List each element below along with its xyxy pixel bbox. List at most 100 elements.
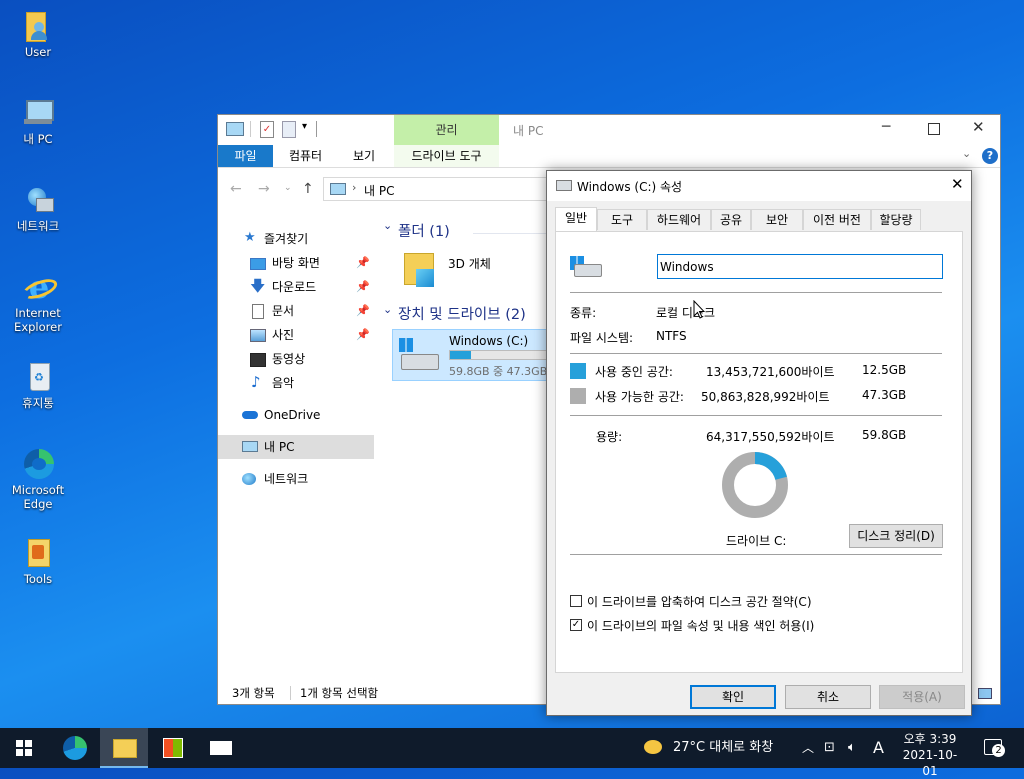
nav-onedrive[interactable]: OneDrive xyxy=(218,403,374,427)
nav-item-videos[interactable]: 동영상 xyxy=(218,347,374,371)
address-bar[interactable]: › 내 PC xyxy=(323,177,547,201)
taskbar-mail[interactable] xyxy=(198,728,246,768)
disk-cleanup-button[interactable]: 디스크 정리(D) xyxy=(849,524,943,548)
apply-button[interactable]: 적용(A) xyxy=(879,685,965,709)
network-tray-icon[interactable]: ⊡ xyxy=(824,728,835,768)
mouse-cursor-icon xyxy=(693,300,705,319)
taskbar: 27°C 대체로 화창 ︿ ⊡ 🔈︎ A 오후 3:39 2021-10-01 … xyxy=(0,728,1024,778)
breadcrumb-this-pc[interactable]: 내 PC xyxy=(364,182,394,199)
index-checkbox[interactable]: ✓ xyxy=(570,619,582,631)
taskbar-edge[interactable] xyxy=(50,728,98,768)
tab-security[interactable]: 보안 xyxy=(751,209,803,230)
ime-indicator[interactable]: A xyxy=(873,728,884,768)
show-hidden-icons-icon[interactable]: ︿ xyxy=(802,728,814,768)
desktop-icon-edge[interactable]: Microsoft Edge xyxy=(6,448,70,511)
desktop-icon-label: Microsoft Edge xyxy=(11,483,65,511)
help-icon[interactable]: ? xyxy=(982,148,998,164)
capacity-bytes: 64,317,550,592바이트 xyxy=(706,430,835,444)
nav-item-documents[interactable]: 문서 📌 xyxy=(218,299,374,323)
expand-ribbon-icon[interactable]: ⌄ xyxy=(962,147,971,160)
minimize-button[interactable]: ─ xyxy=(882,119,890,135)
up-button[interactable]: ↑ xyxy=(302,181,314,197)
nav-label: 바탕 화면 xyxy=(272,256,320,270)
tab-file[interactable]: 파일 xyxy=(218,145,273,167)
properties-dialog[interactable]: Windows (C:) 속성 ✕ 일반 도구 하드웨어 공유 보안 이전 버전… xyxy=(546,170,972,716)
customize-qat-icon[interactable]: ▾ xyxy=(302,121,307,132)
tab-sharing[interactable]: 공유 xyxy=(711,209,751,230)
ok-button[interactable]: 확인 xyxy=(690,685,776,709)
maximize-button[interactable] xyxy=(928,123,940,135)
back-button[interactable]: ← xyxy=(230,181,242,197)
nav-item-desktop[interactable]: 바탕 화면 📌 xyxy=(218,251,374,275)
tab-hardware[interactable]: 하드웨어 xyxy=(647,209,711,230)
dialog-title: Windows (C:) 속성 xyxy=(577,180,683,194)
nav-this-pc[interactable]: 내 PC xyxy=(218,435,374,459)
mail-icon xyxy=(210,741,232,755)
windows-logo-icon xyxy=(399,338,413,352)
notification-center-icon[interactable]: 2 xyxy=(984,739,1005,757)
divider xyxy=(290,686,291,700)
desktop-icon-label: Tools xyxy=(23,572,53,586)
properties-icon[interactable]: ✓ xyxy=(260,121,274,138)
desktop-icon-user[interactable]: User xyxy=(6,10,70,59)
selection-count: 1개 항목 선택함 xyxy=(300,686,379,700)
drive-icon xyxy=(556,180,572,191)
manage-context-header: 관리 xyxy=(394,115,499,145)
volume-icon[interactable]: 🔈︎ xyxy=(848,728,856,768)
drive-icon xyxy=(574,264,602,277)
capacity-label: 용량: xyxy=(596,430,623,444)
cancel-button[interactable]: 취소 xyxy=(785,685,871,709)
drive-name-input[interactable] xyxy=(657,254,943,279)
desktop-icon-tools[interactable]: Tools xyxy=(6,537,70,586)
tab-quota[interactable]: 할당량 xyxy=(871,209,921,230)
tab-view[interactable]: 보기 xyxy=(338,145,390,167)
tab-drive-tools[interactable]: 드라이브 도구 xyxy=(394,145,499,167)
group-header-drives[interactable]: 장치 및 드라이브 (2) xyxy=(398,303,526,324)
close-button[interactable]: ✕ xyxy=(972,118,985,136)
new-folder-icon[interactable] xyxy=(282,121,296,138)
title-bar[interactable]: ✓ ▾ 관리 내 PC ─ ✕ xyxy=(218,115,1000,145)
large-icons-view-icon[interactable] xyxy=(978,688,992,699)
desktop-icon-this-pc[interactable]: 내 PC xyxy=(6,97,70,146)
nav-label: 내 PC xyxy=(264,440,295,454)
nav-quick-access[interactable]: ★ 즐겨찾기 xyxy=(218,227,374,251)
music-icon: ♪ xyxy=(251,373,261,391)
desktop-icon-recycle-bin[interactable]: ♻ 휴지통 xyxy=(6,361,70,410)
taskbar-file-explorer[interactable] xyxy=(100,728,148,768)
clock[interactable]: 오후 3:39 2021-10-01 xyxy=(896,731,964,779)
nav-item-music[interactable]: ♪ 음악 xyxy=(218,371,374,395)
divider xyxy=(570,554,942,555)
chevron-down-icon[interactable]: ⌄ xyxy=(383,303,392,316)
desktop-icon-label: 휴지통 xyxy=(22,396,54,410)
desktop-icon-network[interactable]: 네트워크 xyxy=(6,184,70,233)
dialog-title-bar[interactable]: Windows (C:) 속성 ✕ xyxy=(547,171,971,201)
nav-item-downloads[interactable]: 🡇 다운로드 📌 xyxy=(218,275,374,299)
edge-icon xyxy=(63,736,87,760)
start-button[interactable] xyxy=(0,728,48,768)
file-system-label: 파일 시스템: xyxy=(570,331,634,345)
index-label[interactable]: 이 드라이브의 파일 속성 및 내용 색인 허용(I) xyxy=(587,617,814,634)
tab-general[interactable]: 일반 xyxy=(555,207,597,231)
group-header-folders[interactable]: 폴더 (1) xyxy=(398,220,450,241)
free-space-swatch xyxy=(570,388,586,404)
desktop-icon-internet-explorer[interactable]: e Internet Explorer xyxy=(6,271,70,334)
drive-item-c[interactable]: Windows (C:) 59.8GB 중 47.3GB xyxy=(392,329,549,381)
folder-3d-objects[interactable]: 3D 개체 xyxy=(400,249,550,295)
taskbar-store[interactable] xyxy=(148,728,196,768)
general-tab-panel: 종류: 로컬 디스크 파일 시스템: NTFS 사용 중인 공간: 13,453… xyxy=(555,231,963,673)
nav-item-pictures[interactable]: 사진 📌 xyxy=(218,323,374,347)
tab-previous-versions[interactable]: 이전 버전 xyxy=(803,209,871,230)
chevron-down-icon[interactable]: ⌄ xyxy=(383,219,392,232)
recent-locations-icon[interactable]: ⌄ xyxy=(284,183,292,193)
close-button[interactable]: ✕ xyxy=(951,175,964,193)
compress-label[interactable]: 이 드라이브를 압축하여 디스크 공간 절약(C) xyxy=(587,593,812,610)
weather-icon[interactable] xyxy=(644,740,662,754)
compress-checkbox[interactable] xyxy=(570,595,582,607)
drive-usage-bar xyxy=(449,350,549,360)
tab-tools[interactable]: 도구 xyxy=(597,209,647,230)
weather-text[interactable]: 27°C 대체로 화창 xyxy=(673,728,773,768)
nav-network[interactable]: 네트워크 xyxy=(218,467,374,491)
pin-icon: 📌 xyxy=(356,280,370,293)
forward-button[interactable]: → xyxy=(258,181,270,197)
tab-computer[interactable]: 컴퓨터 xyxy=(278,145,333,167)
